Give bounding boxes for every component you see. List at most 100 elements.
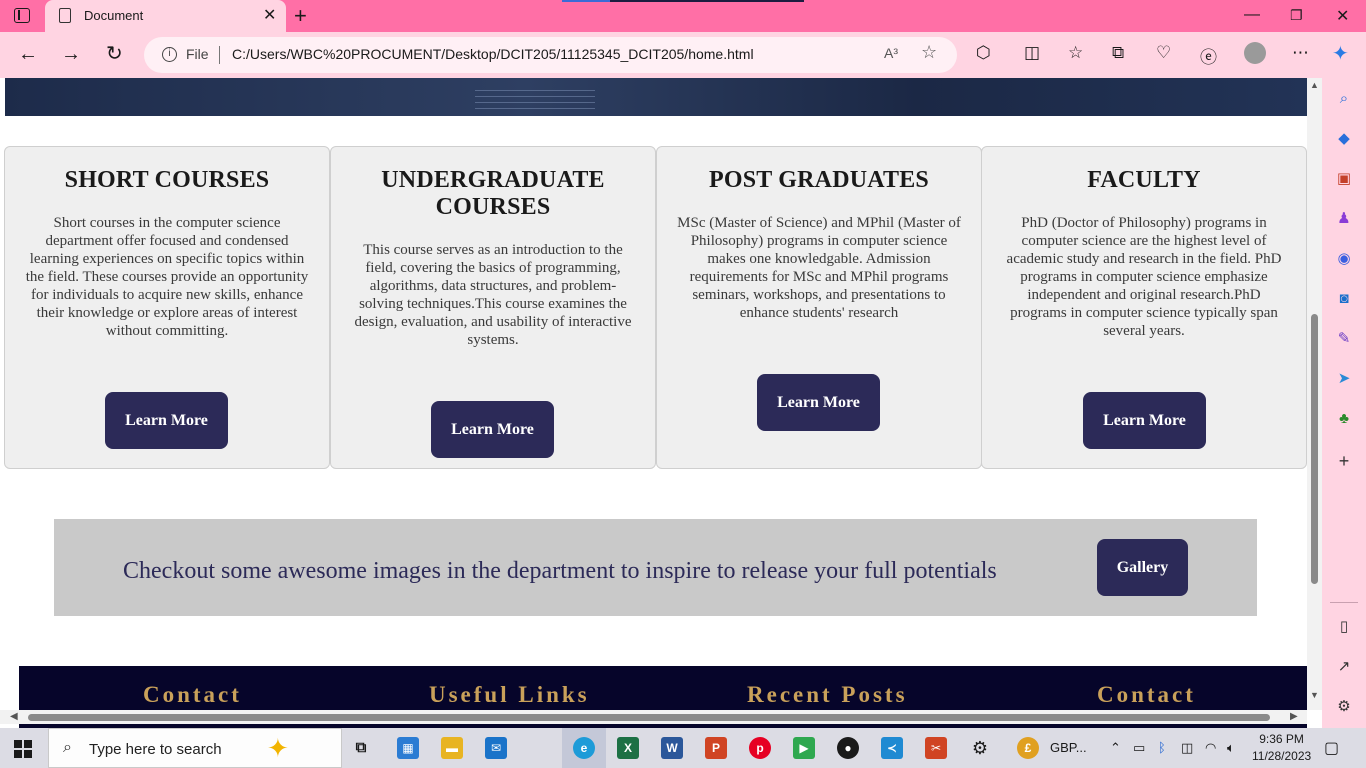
tag-icon[interactable]: ◆ <box>1335 130 1353 148</box>
currency-icon[interactable]: £ <box>1017 737 1039 759</box>
edge-sidebar: ⌕ ◆ ▣ ♟ ◉ ◙ ✎ ➤ ♣ + ▯ ↗ ⚙ <box>1322 78 1366 728</box>
split-screen-icon[interactable]: ◫ <box>1024 43 1040 63</box>
currency-label[interactable]: GBP... <box>1050 740 1087 755</box>
designer-icon[interactable]: ✎ <box>1335 330 1353 348</box>
games-icon[interactable]: ♟ <box>1335 210 1353 228</box>
close-tab-icon[interactable]: ✕ <box>263 5 276 25</box>
tree-icon[interactable]: ♣ <box>1335 410 1353 428</box>
more-options-icon[interactable]: ⋯ <box>1292 43 1309 63</box>
volume-icon[interactable]: 🔈︎ <box>1227 740 1235 756</box>
footer-heading-contact: Contact <box>143 682 242 707</box>
forward-icon[interactable]: → <box>61 42 81 66</box>
wifi-icon[interactable]: ◠ <box>1205 740 1216 756</box>
address-bar[interactable]: i File C:/Users/WBC%20PROCUMENT/Desktop/… <box>144 37 957 73</box>
learn-more-button[interactable]: Learn More <box>1083 392 1206 449</box>
window-close-icon[interactable]: ✕ <box>1336 6 1349 26</box>
tray-chevron-icon[interactable]: ⌃ <box>1110 740 1121 756</box>
collections-icon[interactable]: ⧉ <box>1112 43 1124 63</box>
vertical-scrollbar[interactable]: ▲ ▼ <box>1307 78 1322 710</box>
performance-icon[interactable]: ♡ <box>1156 43 1171 63</box>
hero-code-graphic <box>475 90 595 112</box>
tab-strip-indicator <box>562 0 804 2</box>
learn-more-button[interactable]: Learn More <box>105 392 228 449</box>
play-store-icon[interactable]: ▶ <box>793 737 815 759</box>
footer-heading-contact: Contact <box>1097 682 1196 707</box>
favorite-star-icon[interactable]: ☆ <box>921 42 937 63</box>
copilot-icon[interactable]: ✦ <box>1332 41 1349 66</box>
restore-icon[interactable]: ❐ <box>1290 7 1303 24</box>
notifications-icon[interactable]: ▢ <box>1324 738 1339 758</box>
search-glass-icon: ⌕ <box>63 739 72 756</box>
settings-gear-icon[interactable]: ⚙ <box>969 737 991 759</box>
vertical-scroll-thumb[interactable] <box>1311 314 1318 584</box>
mail-icon[interactable]: ✉ <box>485 737 507 759</box>
sidebar-divider <box>1330 602 1358 603</box>
card-body: MSc (Master of Science) and MPhil (Maste… <box>677 215 961 321</box>
edge-icon[interactable]: e <box>573 737 595 759</box>
system-clock[interactable]: 9:36 PM 11/28/2023 <box>1252 731 1311 765</box>
extensions-icon[interactable]: ⬡ <box>976 43 991 63</box>
address-prefix: File <box>186 46 209 62</box>
file-explorer-icon[interactable]: ▬ <box>441 737 463 759</box>
snipping-tool-icon[interactable]: ✂ <box>925 737 947 759</box>
refresh-icon[interactable]: ↻ <box>106 42 123 66</box>
open-external-icon[interactable]: ↗ <box>1335 658 1353 676</box>
sidebar-panel-icon[interactable]: ▯ <box>1335 618 1353 636</box>
vscode-icon[interactable]: ≺ <box>881 737 903 759</box>
learn-more-button[interactable]: Learn More <box>431 401 554 458</box>
horizontal-scrollbar[interactable]: ◀ ▶ <box>0 710 1307 724</box>
github-icon[interactable]: ● <box>837 737 859 759</box>
outlook-icon[interactable]: ◙ <box>1335 290 1353 308</box>
gallery-button[interactable]: Gallery <box>1097 539 1188 596</box>
scroll-down-icon[interactable]: ▼ <box>1310 690 1319 700</box>
copilot-sidebar-icon[interactable]: ◉ <box>1335 250 1353 268</box>
favorites-icon[interactable]: ☆ <box>1068 43 1083 63</box>
tab-actions-icon[interactable] <box>14 8 30 23</box>
card-title: SHORT COURSES <box>64 167 270 193</box>
footer-heading-recent-posts: Recent Posts <box>747 682 908 707</box>
new-tab-icon[interactable]: + <box>294 3 307 29</box>
battery-icon[interactable]: ▭ <box>1133 740 1145 756</box>
gallery-banner: Checkout some awesome images in the depa… <box>54 519 1257 616</box>
footer-heading-useful-links: Useful Links <box>429 682 590 707</box>
taskbar-search-box[interactable]: ⌕ Type here to search ✦ <box>48 728 342 768</box>
read-aloud-icon[interactable]: A³ <box>884 45 898 61</box>
scroll-left-icon[interactable]: ◀ <box>10 711 18 722</box>
document-icon <box>59 8 71 23</box>
tab-document[interactable]: Document ✕ <box>45 0 286 32</box>
card-post-graduates: POST GRADUATES MSc (Master of Science) a… <box>656 146 982 469</box>
minimize-icon[interactable]: — <box>1244 6 1260 24</box>
back-icon[interactable]: ← <box>18 42 38 66</box>
network-device-icon[interactable]: ◫ <box>1181 740 1193 756</box>
hero-image <box>5 78 1307 116</box>
powerpoint-icon[interactable]: P <box>705 737 727 759</box>
banner-text: Checkout some awesome images in the depa… <box>123 558 997 584</box>
windows-start-icon[interactable] <box>14 740 32 758</box>
settings-icon[interactable]: ⚙ <box>1335 698 1353 716</box>
info-icon[interactable]: i <box>162 47 177 62</box>
pinterest-icon[interactable]: p <box>749 737 771 759</box>
clock-date: 11/28/2023 <box>1252 749 1312 763</box>
excel-icon[interactable]: X <box>617 737 639 759</box>
card-title: POST GRADUATES <box>709 167 929 193</box>
learn-more-button[interactable]: Learn More <box>757 374 880 431</box>
bluetooth-icon[interactable]: ᛒ <box>1158 740 1166 755</box>
sparkle-icon[interactable]: ✦ <box>267 733 289 764</box>
card-short-courses: SHORT COURSES Short courses in the compu… <box>4 146 330 469</box>
clock-time: 9:36 PM <box>1259 732 1304 746</box>
task-view-icon[interactable]: ⧉ <box>350 737 372 759</box>
send-icon[interactable]: ➤ <box>1335 370 1353 388</box>
scroll-right-icon[interactable]: ▶ <box>1290 711 1298 722</box>
ie-mode-icon[interactable]: ⓔ <box>1200 43 1217 68</box>
card-title: FACULTY <box>1087 167 1201 193</box>
url-text[interactable]: C:/Users/WBC%20PROCUMENT/Desktop/DCIT205… <box>232 46 754 62</box>
scroll-up-icon[interactable]: ▲ <box>1310 80 1319 90</box>
add-sidebar-icon[interactable]: + <box>1335 452 1353 470</box>
card-body: This course serves as an introduction to… <box>354 242 632 348</box>
toolbox-icon[interactable]: ▣ <box>1335 170 1353 188</box>
profile-avatar[interactable] <box>1244 42 1266 64</box>
store-icon[interactable]: ▦ <box>397 737 419 759</box>
word-icon[interactable]: W <box>661 737 683 759</box>
horizontal-scroll-thumb[interactable] <box>28 714 1270 721</box>
search-icon[interactable]: ⌕ <box>1335 90 1353 108</box>
